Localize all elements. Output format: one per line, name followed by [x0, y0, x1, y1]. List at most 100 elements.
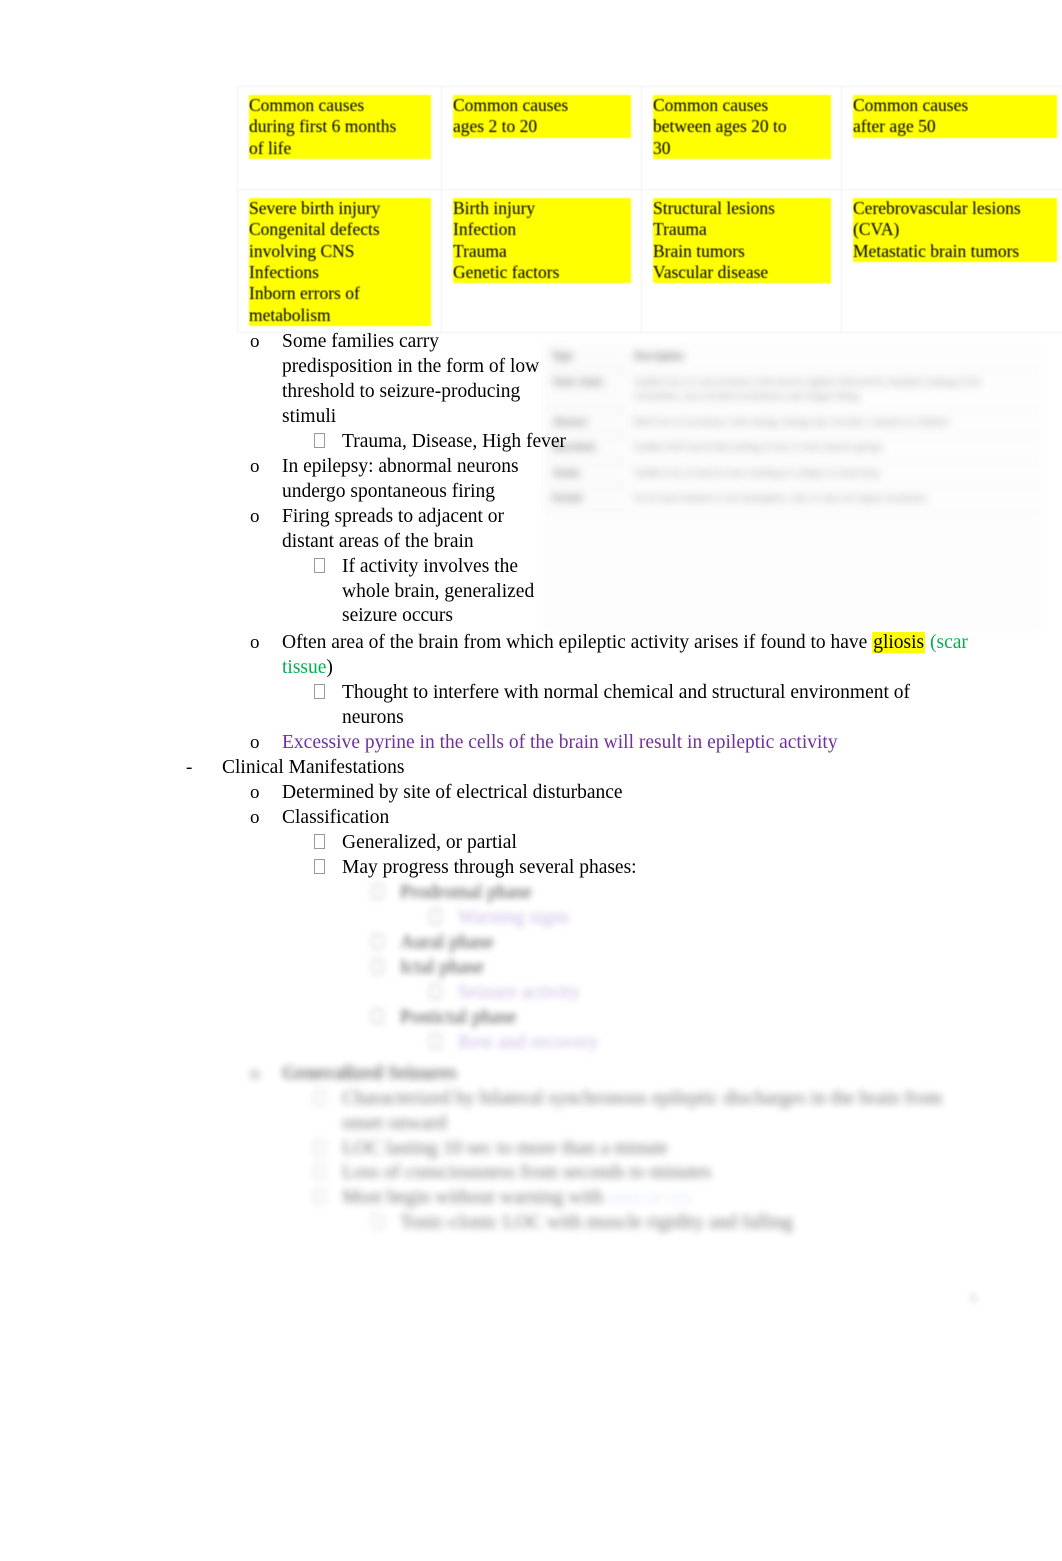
list-item: o Some families carry predisposition in … — [0, 330, 1062, 430]
table-cell-header-3: Common causes between ages 20 to 30 — [641, 86, 842, 190]
header-lines-3: Common causes between ages 20 to 30 — [653, 95, 831, 160]
list-item-label: May progress through several phases: — [342, 857, 637, 879]
gliosis-highlight: gliosis — [872, 632, 926, 654]
gliosis-text-lead: Often area of the brain from which epile… — [282, 632, 873, 654]
list-item-label: Determined by site of electrical disturb… — [282, 782, 623, 804]
list-marker-box-icon — [314, 1087, 342, 1111]
list-marker-box-icon — [314, 555, 342, 579]
body-line: Metastatic brain tumors — [853, 240, 1057, 263]
header-line: ages 2 to 20 — [453, 116, 631, 138]
list-item: Aural phase — [0, 931, 1062, 956]
list-marker-circle: o — [250, 505, 260, 527]
list-item-label: Classification — [282, 807, 390, 829]
list-item: May progress through several phases: — [0, 856, 1062, 881]
header-line: after age 50 — [853, 116, 1057, 138]
list-item-label: LOC lasting 10 sec to more than a minute — [342, 1137, 669, 1159]
table-cell-header-4: Common causes after age 50 — [841, 86, 1062, 190]
list-marker-dash: - — [186, 757, 193, 779]
body-line: Brain tumors — [653, 240, 831, 263]
list-item-label: Tonic-clonic LOC with muscle rigidity an… — [400, 1212, 793, 1234]
gen-line4-text: Most begin without warning with — [342, 1187, 604, 1209]
body-lines-4: Cerebrovascular lesions (CVA) Metastatic… — [853, 198, 1057, 263]
body-line: involving CNS — [249, 240, 431, 263]
list-marker-box-icon — [314, 1161, 342, 1185]
list-marker-box-icon — [372, 931, 400, 955]
list-marker-circle: o — [250, 782, 260, 804]
list-marker-circle: o — [250, 632, 260, 654]
list-item-heading: - Clinical Manifestations — [0, 756, 1062, 781]
list-item: Most begin without warning with aura or … — [0, 1186, 1062, 1211]
body-line: Genetic factors — [453, 262, 631, 284]
list-item: o Classification — [0, 806, 1062, 831]
section-heading-generalized: Generalized Seizures — [282, 1062, 457, 1084]
list-item: Seizure activity — [0, 981, 1062, 1006]
body-line: Trauma — [453, 240, 631, 263]
list-marker-circle: o — [250, 455, 260, 477]
body-line: (CVA) — [853, 219, 1057, 241]
header-line: between ages 20 to — [653, 116, 831, 138]
blurred-generalized-block: o Generalized Seizures Characterized by … — [0, 1062, 1062, 1237]
list-item-label: Loss of consciousness from seconds to mi… — [342, 1162, 712, 1184]
list-item-heading: o Generalized Seizures — [0, 1062, 1062, 1087]
list-item: o In epilepsy: abnormal neurons undergo … — [0, 455, 1062, 505]
list-item: Characterized by bilateral synchronous e… — [0, 1087, 1062, 1137]
gliosis-close-paren: ) — [326, 657, 333, 679]
list-marker-box-icon — [314, 856, 342, 880]
body-lines-3: Structural lesions Trauma Brain tumors V… — [653, 198, 831, 284]
body-line: Vascular disease — [653, 262, 831, 284]
list-item-label: In epilepsy: abnormal neurons undergo sp… — [282, 455, 519, 502]
blurred-phases-block: Prodromal phase Warning signs Aural phas… — [0, 881, 1062, 1056]
header-line: during first 6 months — [249, 116, 431, 138]
header-line: 30 — [653, 137, 831, 160]
table-cell-header-2: Common causes ages 2 to 20 — [441, 86, 642, 190]
list-marker-box-icon — [430, 981, 458, 1005]
list-item: o Firing spreads to adjacent or distant … — [0, 505, 1062, 555]
list-item-label: Seizure activity — [458, 981, 580, 1003]
list-item: Rest and recovery — [0, 1031, 1062, 1056]
table-cell-header-1: Common causes during first 6 months of l… — [237, 86, 442, 190]
header-line: Common causes — [249, 95, 431, 117]
list-marker-circle: o — [250, 1062, 260, 1084]
header-lines-4: Common causes after age 50 — [853, 95, 1057, 138]
list-item: Ictal phase — [0, 956, 1062, 981]
list-item-label: Rest and recovery — [458, 1031, 599, 1053]
list-item-label: Trauma, Disease, High fever — [342, 430, 567, 452]
list-item-label: Warning signs — [458, 906, 570, 928]
list-item: If activity involves the whole brain, ge… — [0, 555, 1062, 630]
list-item: Warning signs — [0, 906, 1062, 931]
list-marker-box-icon — [372, 956, 400, 980]
header-lines-1: Common causes during first 6 months of l… — [249, 95, 431, 160]
list-item-gliosis: Often area of the brain from which epile… — [282, 631, 982, 681]
list-marker-box-icon — [314, 831, 342, 855]
list-item: LOC lasting 10 sec to more than a minute — [0, 1137, 1062, 1162]
header-line: Common causes — [853, 95, 1057, 117]
table-header-row: Common causes during first 6 months of l… — [237, 86, 1062, 190]
list-item: Thought to interfere with normal chemica… — [0, 681, 1062, 731]
section-heading-clinical: Clinical Manifestations — [222, 757, 405, 779]
body-line: Congenital defects — [249, 219, 431, 241]
body-line: Structural lesions — [653, 198, 831, 220]
document-page: Common causes during first 6 months of l… — [0, 0, 1062, 1561]
body-line: Infection — [453, 219, 631, 241]
list-marker-box-icon — [430, 1031, 458, 1055]
list-marker-box-icon — [372, 881, 400, 905]
list-item-label: Ictal phase — [400, 956, 484, 978]
list-marker-circle: o — [250, 732, 260, 754]
list-marker-box-icon — [314, 681, 342, 705]
list-item: Tonic-clonic LOC with muscle rigidity an… — [0, 1211, 1062, 1236]
list-item-label-with-highlight: Most begin without warning with aura or … — [342, 1186, 1062, 1211]
header-line: Common causes — [653, 95, 831, 117]
body-line: metabolism — [249, 304, 431, 327]
header-lines-2: Common causes ages 2 to 20 — [453, 95, 631, 138]
list-item-label: Thought to interfere with normal chemica… — [342, 682, 911, 729]
table-cell-body-2: Birth injury Infection Trauma Genetic fa… — [441, 188, 642, 334]
table-cell-body-3: Structural lesions Trauma Brain tumors V… — [641, 188, 842, 334]
outline-body: o Some families carry predisposition in … — [0, 330, 1062, 1236]
page-number: 6 — [969, 1288, 979, 1307]
list-item-label: Aural phase — [400, 931, 494, 953]
list-item: Loss of consciousness from seconds to mi… — [0, 1161, 1062, 1186]
body-line: Inborn errors of — [249, 283, 431, 305]
list-item-label: Firing spreads to adjacent or distant ar… — [282, 505, 505, 552]
list-marker-circle: o — [250, 331, 260, 352]
list-item-label: Postictal phase — [400, 1006, 517, 1028]
